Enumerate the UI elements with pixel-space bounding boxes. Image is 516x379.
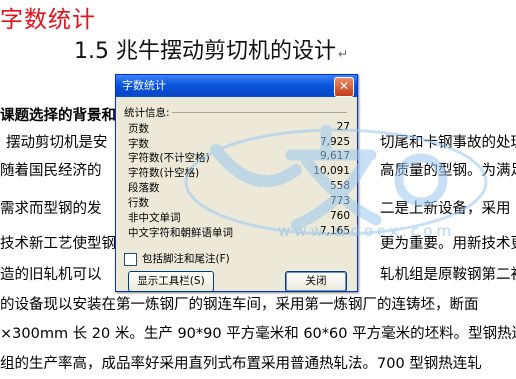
paragraph-line-right: 高质量的型钢。为满足	[380, 163, 516, 179]
stat-label: 字符数(不计空格)	[128, 152, 210, 164]
stat-row-paragraphs: 段落数 558	[128, 180, 350, 194]
paragraph-line: ×300mm 长 20 米。生产 90*90 平方毫米和 60*60 平方毫米的…	[0, 326, 516, 342]
show-toolbar-button[interactable]: 显示工具栏(S)	[128, 271, 214, 292]
group-divider	[172, 112, 347, 113]
footnotes-checkbox[interactable]	[124, 252, 137, 266]
paragraph-mark-icon: ↵	[337, 47, 349, 61]
stat-label: 页数	[128, 123, 149, 135]
stat-label: 非中文单词	[128, 212, 181, 224]
stat-row-pages: 页数 27	[128, 121, 350, 135]
stat-value: 7,165	[319, 225, 350, 237]
stat-label: 行数	[128, 197, 149, 209]
stat-label: 段落数	[128, 182, 160, 194]
stats-group-label: 统计信息:	[124, 107, 170, 119]
word-count-dialog: 字数统计 ✕ 统计信息: 页数 27 字数 7,925 字符数(不计空格) 9,…	[115, 74, 358, 292]
dialog-title: 字数统计	[122, 79, 166, 92]
paragraph-line-right: 切尾和卡钢事故的处理	[380, 135, 516, 151]
stat-row-chars-no-spaces: 字符数(不计空格) 9,617	[128, 150, 350, 164]
paragraph-line: 的设备现以安装在第一炼钢厂的钢连车间，采用第一炼钢厂的连铸坯，断面	[0, 297, 479, 313]
stat-row-non-chinese-words: 非中文单词 760	[128, 210, 350, 224]
paragraph-line: 需求而型钢的发	[0, 201, 102, 217]
dialog-body: 统计信息: 页数 27 字数 7,925 字符数(不计空格) 9,617 字符数…	[124, 105, 350, 292]
paragraph-line: 随着国民经济的	[0, 163, 102, 179]
stat-value: 760	[329, 210, 350, 222]
stat-value: 773	[329, 195, 350, 207]
stat-value: 9,617	[319, 150, 350, 162]
document-heading: 1.5 兆牛摆动剪切机的设计 ↵	[74, 39, 349, 64]
stat-value: 10,091	[313, 165, 350, 177]
checkbox-label: 包括脚注和尾注(F)	[142, 253, 230, 265]
paragraph-line-right: 轧机组是原鞍钢第二初	[380, 267, 516, 283]
paragraph-line: 造的旧轧机可以	[0, 267, 102, 283]
close-button[interactable]: 关闭	[285, 271, 347, 292]
stat-value: 7,925	[319, 136, 350, 148]
dialog-titlebar[interactable]: 字数统计 ✕	[116, 75, 357, 97]
stat-label: 字符数(计空格)	[128, 167, 200, 179]
stat-label: 中文字符和朝鲜语单词	[128, 227, 233, 239]
stat-label: 字数	[128, 138, 149, 150]
stat-row-cjk-chars: 中文字符和朝鲜语单词 7,165	[128, 225, 350, 239]
stat-value: 27	[336, 121, 350, 133]
stat-row-chars-with-spaces: 字符数(计空格) 10,091	[128, 165, 350, 179]
paragraph-line: 技术新工艺使型钢	[0, 236, 116, 252]
stat-row-lines: 行数 773	[128, 195, 350, 209]
paragraph-line: 摆动剪切机是安	[6, 135, 108, 151]
stat-row-words: 字数 7,925	[128, 136, 350, 150]
paragraph-line: 组的生产率高，成品率好采用直列式布置采用普通热轧法。700 型钢热连轧	[0, 356, 482, 372]
section-heading: 课题选择的背景和	[0, 108, 116, 124]
red-title: 字数统计	[0, 7, 96, 33]
paragraph-line-right: 更为重要。用新技术更	[380, 236, 516, 252]
paragraph-line-right: 二是上新设备，采用	[380, 201, 511, 217]
stat-value: 558	[329, 180, 350, 192]
footnotes-checkbox-row[interactable]: 包括脚注和尾注(F)	[124, 251, 230, 266]
close-icon[interactable]: ✕	[334, 77, 354, 97]
